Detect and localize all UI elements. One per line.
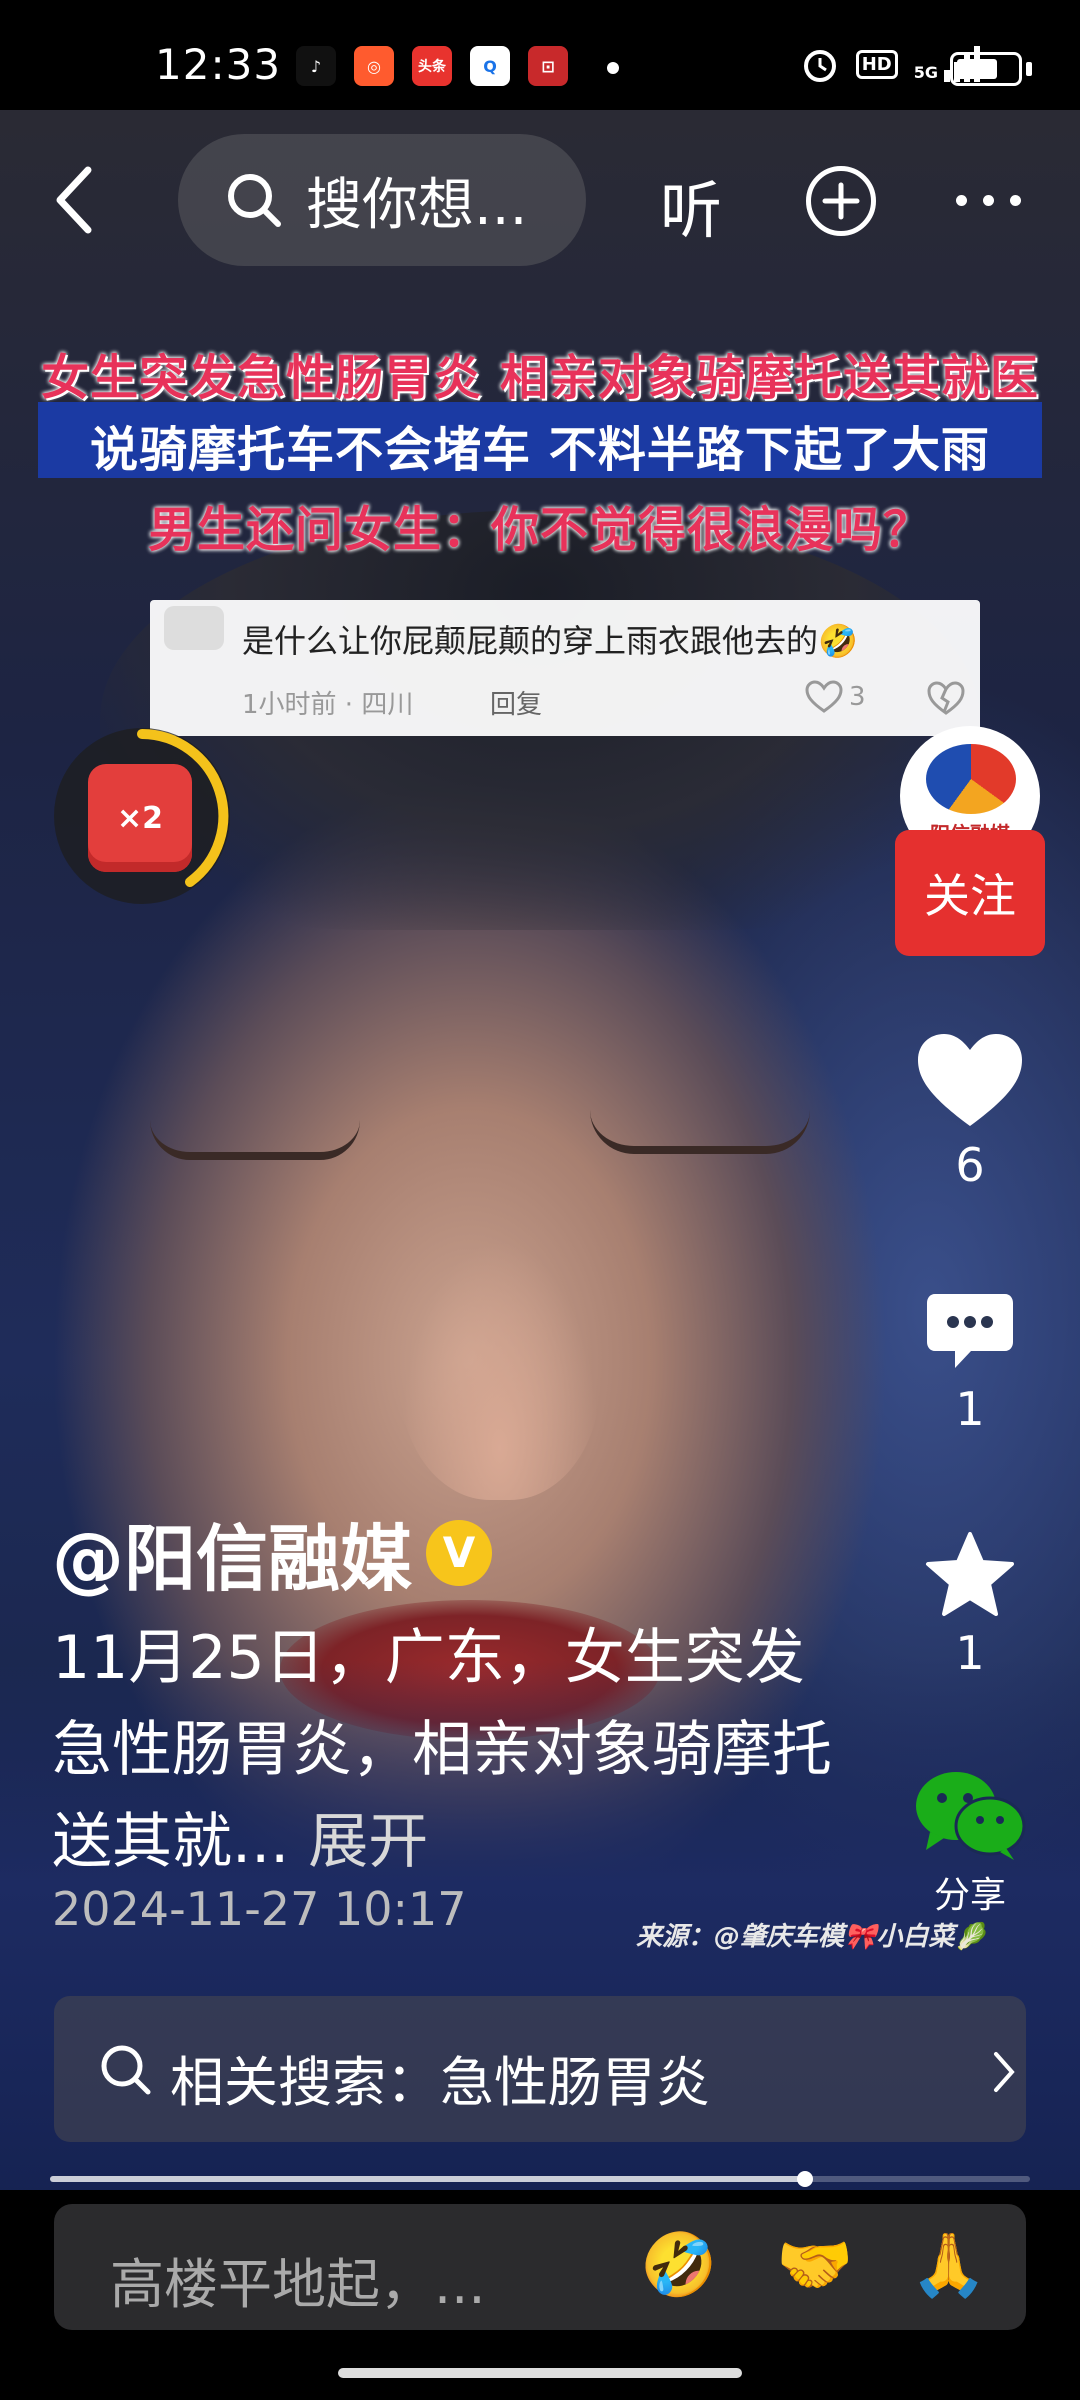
source-watermark: 来源：@肇庆车模🎀小白菜🥬 <box>636 1922 987 1952</box>
author-name[interactable]: @阳信融媒 V <box>52 1500 493 1605</box>
search-icon <box>228 174 281 227</box>
expand-link[interactable]: 展开 <box>289 1807 428 1877</box>
verified-badge-icon: V <box>426 1519 493 1586</box>
star-icon <box>926 1532 1014 1616</box>
comment-button[interactable]: 1 <box>900 1290 1040 1436</box>
embedded-comment-card: 是什么让你屁颠屁颠的穿上雨衣跟他去的🤣 1小时前 · 四川 回复 3 <box>150 600 980 736</box>
home-indicator[interactable] <box>338 2368 742 2378</box>
post-date: 2024-11-27 10:17 <box>52 1882 467 1936</box>
status-time: 12:33 <box>155 40 282 89</box>
battery-tip <box>1026 62 1032 76</box>
hd-badge: HD <box>855 49 898 79</box>
status-bar: 12:33 ♪ ◎ 头条 Q ⊡ HD 5G <box>0 0 1080 110</box>
search-placeholder: 搜你想... <box>306 172 528 238</box>
camera-app-icon: ◎ <box>354 46 394 86</box>
related-search-bar[interactable]: 相关搜索：急性肠胃炎 <box>54 1996 1026 2142</box>
chevron-right-icon <box>994 2052 1015 2092</box>
comment-meta: 1小时前 · 四川 <box>242 690 414 720</box>
caption-text: 11月25日，广东，女生突发急性肠胃炎，相亲对象骑摩托送其就... <box>52 1623 832 1877</box>
red-packet-icon: ×2 <box>88 764 192 872</box>
laugh-cry-emoji-button[interactable]: 🤣 <box>640 2228 717 2302</box>
more-icon[interactable] <box>956 195 1021 206</box>
post-caption[interactable]: 11月25日，广东，女生突发急性肠胃炎，相亲对象骑摩托送其就... 展开 <box>52 1612 832 1888</box>
handshake-emoji-button[interactable]: 🤝 <box>776 2228 853 2302</box>
heart-outline-icon <box>805 680 843 713</box>
back-icon[interactable] <box>48 160 108 240</box>
comment-like: 3 <box>805 680 866 714</box>
related-search-label: 相关搜索：急性肠胃炎 <box>170 2051 710 2114</box>
share-label: 分享 <box>933 1875 1006 1916</box>
notification-app-icons: ♪ ◎ 头条 Q ⊡ <box>296 46 568 86</box>
comment-input-placeholder: 高楼平地起，... <box>110 2253 486 2316</box>
video-frame-eye-left <box>150 1120 360 1160</box>
headline-3: 男生还问女生：你不觉得很浪漫吗？ <box>147 502 932 558</box>
network-type-label: 5G <box>913 63 938 82</box>
follow-button[interactable]: 关注 <box>895 830 1045 956</box>
news-app-icon: ⊡ <box>528 46 568 86</box>
heart-icon <box>918 1034 1022 1126</box>
video-progress-bar[interactable] <box>50 2171 1030 2187</box>
search-icon <box>101 2045 151 2095</box>
like-count: 6 <box>955 1138 985 1192</box>
headline-1: 女生突发急性肠胃炎 相亲对象骑摩托送其就医 <box>41 350 1039 406</box>
alarm-icon <box>803 50 836 82</box>
video-progress-fill <box>50 2176 805 2182</box>
collect-count: 1 <box>955 1626 985 1680</box>
add-icon[interactable] <box>806 166 876 236</box>
publisher-logo-icon <box>926 744 1016 814</box>
comment-avatar <box>164 606 224 650</box>
wechat-icon <box>916 1772 1026 1860</box>
comment-bubble-icon <box>927 1294 1013 1368</box>
headline-2: 说骑摩托车不会堵车 不料半路下起了大雨 <box>90 422 990 478</box>
collect-button[interactable]: 1 <box>900 1530 1040 1680</box>
search-app-icon: Q <box>470 46 510 86</box>
douyin-icon: ♪ <box>296 46 336 86</box>
comment-input[interactable]: 高楼平地起，... <box>54 2204 1026 2330</box>
search-box[interactable]: 搜你想... <box>178 134 586 266</box>
comment-reply-label: 回复 <box>490 690 543 720</box>
comment-text: 是什么让你屁颠屁颠的穿上雨衣跟他去的🤣 <box>242 622 858 660</box>
video-frame-eye-right <box>590 1110 810 1154</box>
comment-count: 1 <box>955 1382 985 1436</box>
comment-like-count: 3 <box>849 682 866 712</box>
pray-emoji-button[interactable]: 🙏 <box>910 2228 987 2302</box>
listen-button[interactable]: 听 <box>660 160 722 250</box>
battery-icon <box>950 52 1022 86</box>
video-progress-handle[interactable] <box>796 2171 813 2187</box>
like-button[interactable]: 6 <box>900 1030 1040 1192</box>
more-notifications-dot <box>607 62 619 74</box>
toutiao-icon: 头条 <box>412 46 452 86</box>
share-button[interactable]: 分享 <box>900 1766 1040 1918</box>
video-frame-nose <box>400 1240 600 1500</box>
author-handle[interactable]: @阳信融媒 <box>52 1500 412 1605</box>
broken-heart-icon <box>927 681 965 715</box>
